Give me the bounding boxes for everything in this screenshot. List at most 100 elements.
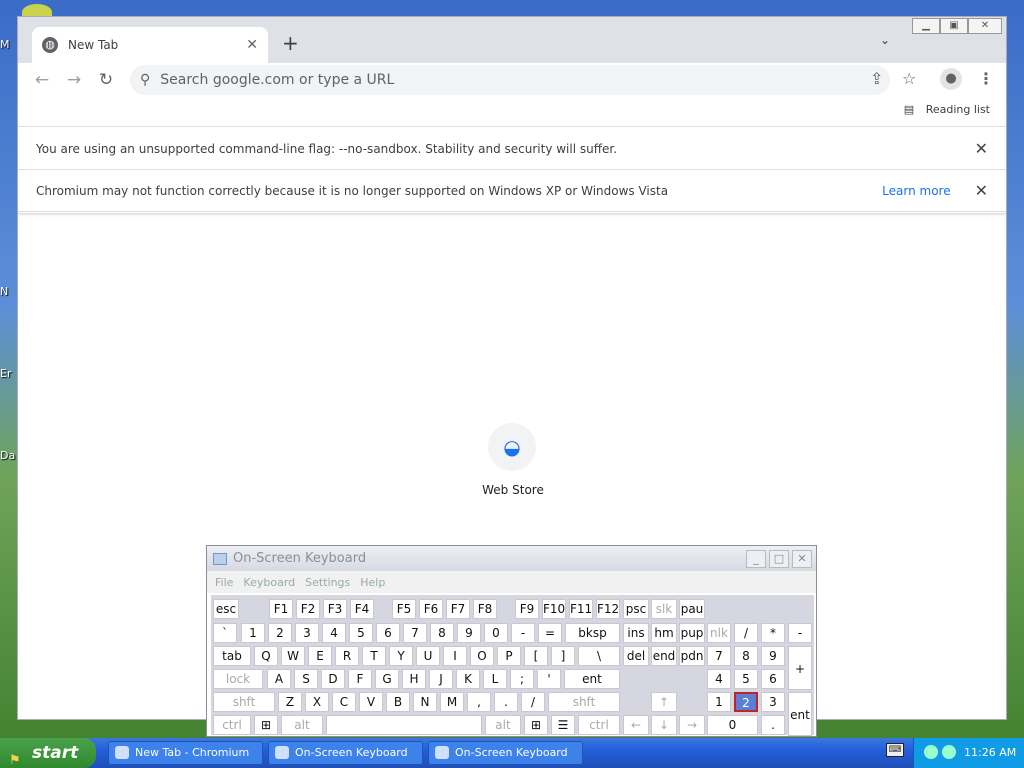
osk-key[interactable]: ☰ <box>551 715 575 735</box>
osk-key[interactable]: V <box>359 692 383 712</box>
osk-key[interactable]: nlk <box>707 623 731 643</box>
osk-key[interactable]: B <box>386 692 410 712</box>
osk-key[interactable]: - <box>511 623 535 643</box>
osk-key[interactable]: ctrl <box>578 715 620 735</box>
osk-key[interactable]: F3 <box>323 599 347 619</box>
osk-key[interactable]: 7 <box>403 623 427 643</box>
osk-minimize-button[interactable]: _ <box>746 550 766 568</box>
osk-key[interactable]: F11 <box>569 599 593 619</box>
osk-key[interactable]: / <box>521 692 545 712</box>
osk-key[interactable]: F5 <box>392 599 416 619</box>
osk-key[interactable]: ⊞ <box>254 715 278 735</box>
osk-key[interactable]: [ <box>524 646 548 666</box>
osk-key[interactable]: M <box>440 692 464 712</box>
osk-key[interactable]: C <box>332 692 356 712</box>
tab-search-chevron-icon[interactable]: ⌄ <box>880 33 890 47</box>
osk-key[interactable]: ⊞ <box>524 715 548 735</box>
osk-key[interactable]: 1 <box>707 692 731 712</box>
osk-key[interactable]: F1 <box>269 599 293 619</box>
osk-key[interactable]: ent <box>564 669 620 689</box>
osk-key[interactable]: slk <box>651 599 677 619</box>
osk-key[interactable]: 5 <box>349 623 373 643</box>
osk-key[interactable]: 8 <box>734 646 758 666</box>
osk-key[interactable]: - <box>788 623 812 643</box>
osk-key[interactable]: esc <box>213 599 239 619</box>
osk-key[interactable]: 3 <box>295 623 319 643</box>
osk-key[interactable]: alt <box>281 715 323 735</box>
osk-key[interactable]: P <box>497 646 521 666</box>
osk-key[interactable]: . <box>494 692 518 712</box>
close-infobar-icon[interactable]: ✕ <box>975 181 988 200</box>
taskbar-button-chromium[interactable]: New Tab - Chromium <box>108 741 263 765</box>
osk-key[interactable]: F <box>348 669 372 689</box>
maximize-button[interactable]: ▣ <box>940 18 968 34</box>
osk-key[interactable]: → <box>679 715 705 735</box>
osk-key[interactable] <box>326 715 482 735</box>
learn-more-link[interactable]: Learn more <box>882 184 950 198</box>
osk-key[interactable]: ` <box>213 623 237 643</box>
omnibox[interactable]: ⚲ Search google.com or type a URL <box>130 65 890 95</box>
osk-key[interactable]: ← <box>623 715 649 735</box>
reload-icon[interactable]: ↻ <box>90 70 122 90</box>
osk-key[interactable]: pup <box>679 623 705 643</box>
osk-key[interactable]: U <box>416 646 440 666</box>
osk-key[interactable]: ] <box>551 646 575 666</box>
osk-key[interactable]: X <box>305 692 329 712</box>
osk-key[interactable]: . <box>761 715 785 735</box>
osk-key[interactable]: J <box>429 669 453 689</box>
osk-key[interactable]: F12 <box>596 599 620 619</box>
osk-key[interactable]: 7 <box>707 646 731 666</box>
close-window-button[interactable]: ✕ <box>968 18 1002 34</box>
osk-key[interactable]: ↑ <box>651 692 677 712</box>
menu-kebab-icon[interactable]: ⋮ <box>978 69 994 88</box>
osk-key[interactable]: 4 <box>322 623 346 643</box>
osk-key[interactable]: A <box>267 669 291 689</box>
osk-key[interactable]: 9 <box>761 646 785 666</box>
osk-key[interactable]: K <box>456 669 480 689</box>
osk-key[interactable]: 6 <box>376 623 400 643</box>
osk-key[interactable]: + <box>788 646 812 690</box>
osk-key[interactable]: 3 <box>761 692 785 712</box>
osk-key[interactable]: 2 <box>268 623 292 643</box>
osk-key[interactable]: end <box>651 646 677 666</box>
new-tab-button[interactable]: + <box>282 31 299 55</box>
tab-new-tab[interactable]: ◍ New Tab ✕ <box>32 27 268 63</box>
osk-key[interactable]: E <box>308 646 332 666</box>
close-infobar-icon[interactable]: ✕ <box>975 139 988 158</box>
osk-key[interactable]: ent <box>788 692 812 736</box>
osk-key[interactable]: F8 <box>473 599 497 619</box>
osk-key[interactable]: 0 <box>707 715 758 735</box>
osk-key[interactable]: Y <box>389 646 413 666</box>
minimize-button[interactable]: ▁ <box>912 18 940 34</box>
osk-key[interactable]: F7 <box>446 599 470 619</box>
osk-key[interactable]: ↓ <box>651 715 677 735</box>
osk-key[interactable]: \ <box>578 646 620 666</box>
osk-key[interactable]: del <box>623 646 649 666</box>
osk-key[interactable]: O <box>470 646 494 666</box>
osk-key[interactable]: 9 <box>457 623 481 643</box>
osk-key[interactable]: R <box>335 646 359 666</box>
osk-key[interactable]: L <box>483 669 507 689</box>
osk-key[interactable]: D <box>321 669 345 689</box>
web-store-shortcut-label[interactable]: Web Store <box>458 483 568 497</box>
osk-key[interactable]: 0 <box>484 623 508 643</box>
osk-key[interactable]: ; <box>510 669 534 689</box>
osk-key[interactable]: 6 <box>761 669 785 689</box>
osk-key[interactable]: hm <box>651 623 677 643</box>
osk-key[interactable]: 1 <box>241 623 265 643</box>
web-store-shortcut-icon[interactable]: ◒ <box>488 423 536 471</box>
menu-keyboard[interactable]: Keyboard <box>243 576 295 589</box>
share-icon[interactable]: ⇪ <box>870 69 883 88</box>
osk-key[interactable]: * <box>761 623 785 643</box>
taskbar-button-osk[interactable]: On-Screen Keyboard <box>268 741 423 765</box>
osk-key[interactable]: F9 <box>515 599 539 619</box>
osk-key[interactable]: ctrl <box>213 715 251 735</box>
osk-key[interactable]: shft <box>213 692 275 712</box>
osk-key[interactable]: 5 <box>734 669 758 689</box>
osk-key[interactable]: ' <box>537 669 561 689</box>
network-tray-icon[interactable] <box>942 745 956 759</box>
osk-key[interactable]: = <box>538 623 562 643</box>
osk-key[interactable]: 2 <box>734 692 758 712</box>
osk-key[interactable]: H <box>402 669 426 689</box>
osk-key[interactable]: 8 <box>430 623 454 643</box>
